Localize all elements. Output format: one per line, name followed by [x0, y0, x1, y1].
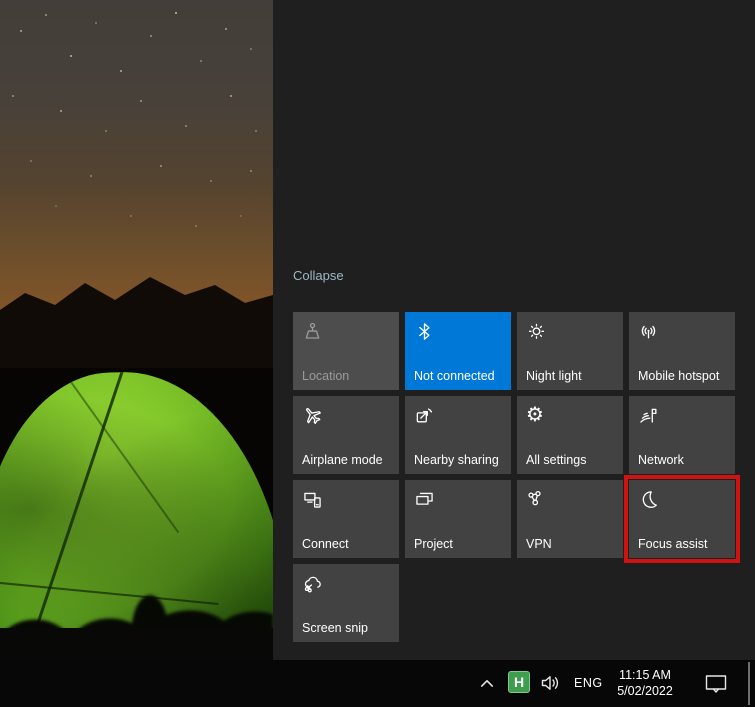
clock-date: 5/02/2022	[602, 683, 688, 699]
connect-tile[interactable]: Connect	[293, 480, 399, 558]
tile-label: All settings	[526, 453, 586, 467]
project-icon	[414, 489, 435, 510]
tile-label: VPN	[526, 537, 552, 551]
settings-gear-icon: ⚙	[526, 405, 547, 426]
collapse-link[interactable]: Collapse	[293, 268, 344, 283]
action-center-panel: Collapse Location Not connected Night ligh…	[273, 0, 755, 707]
airplane-icon	[302, 405, 323, 426]
project-tile[interactable]: Project	[405, 480, 511, 558]
nearby-sharing-tile[interactable]: Nearby sharing	[405, 396, 511, 474]
taskbar-clock[interactable]: 11:15 AM 5/02/2022	[602, 667, 688, 699]
airplane-tile[interactable]: Airplane mode	[293, 396, 399, 474]
location-tile[interactable]: Location	[293, 312, 399, 390]
mobile-hotspot-tile[interactable]: Mobile hotspot	[629, 312, 735, 390]
tile-label: Focus assist	[638, 537, 707, 551]
settings-gear-tile[interactable]: ⚙ All settings	[517, 396, 623, 474]
show-desktop-divider	[748, 662, 750, 705]
connect-icon	[302, 489, 323, 510]
bluetooth-icon	[414, 321, 435, 342]
tile-label: Nearby sharing	[414, 453, 499, 467]
location-icon	[302, 321, 323, 342]
language-indicator[interactable]: ENG	[574, 676, 603, 690]
tile-label: Location	[302, 369, 349, 383]
action-center-icon[interactable]	[702, 672, 730, 696]
tile-label: Network	[638, 453, 684, 467]
tile-label: Project	[414, 537, 453, 551]
quick-actions-grid: Location Not connected Night light Mobile h…	[293, 312, 735, 642]
focus-assist-tile[interactable]: Focus assist	[629, 480, 735, 558]
screen-snip-tile[interactable]: Screen snip	[293, 564, 399, 642]
vpn-tile[interactable]: VPN	[517, 480, 623, 558]
tile-label: Not connected	[414, 369, 495, 383]
bluetooth-tile[interactable]: Not connected	[405, 312, 511, 390]
volume-icon[interactable]	[540, 673, 562, 693]
tile-label: Mobile hotspot	[638, 369, 719, 383]
tent-pole-seam-left	[61, 369, 179, 533]
tile-label: Night light	[526, 369, 582, 383]
windows-desktop: { "desktop": { "wallpaper_alt": "night s…	[0, 0, 755, 707]
taskbar: H ENG 11:15 AM 5/02/2022	[0, 660, 755, 707]
tray-app-letter: H	[514, 674, 524, 690]
focus-assist-icon	[638, 489, 659, 510]
chevron-up-icon[interactable]	[478, 676, 496, 690]
tile-label: Connect	[302, 537, 349, 551]
screen-snip-icon	[302, 573, 323, 594]
clock-time: 11:15 AM	[602, 667, 688, 683]
night-light-icon	[526, 321, 547, 342]
h-app-icon[interactable]: H	[508, 671, 530, 693]
mobile-hotspot-icon	[638, 321, 659, 342]
nearby-sharing-icon	[414, 405, 435, 426]
network-tile[interactable]: Network	[629, 396, 735, 474]
desktop-wallpaper	[0, 0, 273, 707]
wallpaper-stars	[0, 0, 2, 2]
tile-label: Airplane mode	[302, 453, 383, 467]
network-icon	[638, 405, 659, 426]
tile-label: Screen snip	[302, 621, 368, 635]
vpn-icon	[526, 489, 547, 510]
night-light-tile[interactable]: Night light	[517, 312, 623, 390]
